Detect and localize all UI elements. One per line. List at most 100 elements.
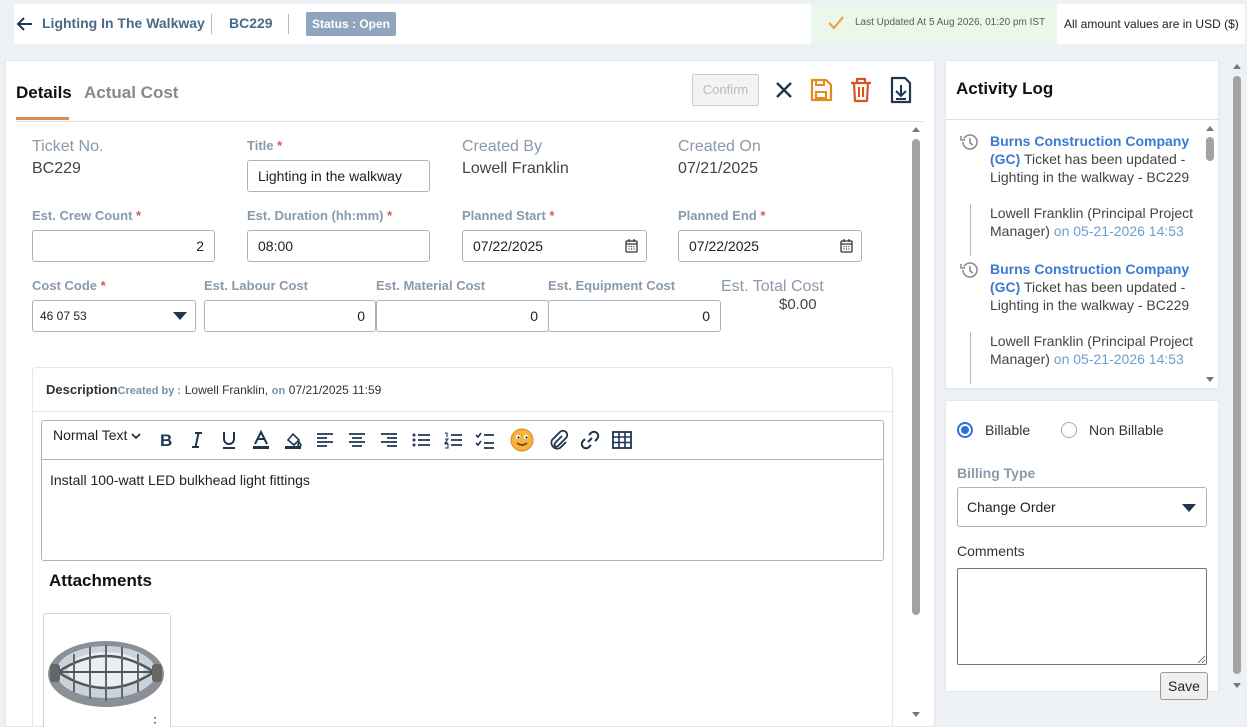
title-input[interactable]: Lighting in the walkway <box>247 160 430 192</box>
non-billable-label[interactable]: Non Billable <box>1089 422 1164 438</box>
scroll-down-icon[interactable] <box>1205 376 1215 384</box>
emoji-icon[interactable] <box>509 427 535 453</box>
scroll-up-icon[interactable] <box>1232 62 1242 70</box>
total-cost-label: Est. Total Cost <box>721 278 824 295</box>
calendar-icon[interactable] <box>840 239 853 253</box>
scroll-down-icon[interactable] <box>1232 682 1242 690</box>
currency-note: All amount values are in USD ($) <box>1064 17 1239 31</box>
attachment-icon[interactable] <box>547 429 569 451</box>
main-scrollbar[interactable] <box>911 125 921 725</box>
equipment-cost-input[interactable]: 0 <box>548 300 721 332</box>
editor-toolbar: Normal Text B <box>42 421 883 460</box>
attachment-thumbnail[interactable]: ⋮ <box>43 613 171 727</box>
non-billable-radio[interactable] <box>1061 422 1077 438</box>
history-icon <box>960 134 978 150</box>
align-center-icon[interactable] <box>346 429 368 451</box>
text-color-icon[interactable] <box>250 429 272 451</box>
italic-icon[interactable] <box>186 429 208 451</box>
confirm-button[interactable]: Confirm <box>692 74 759 106</box>
light-fixture-image <box>48 641 164 707</box>
description-author: Lowell Franklin, <box>184 383 269 397</box>
billable-radio[interactable] <box>957 422 973 438</box>
more-options-icon[interactable]: ⋮ <box>148 714 162 727</box>
active-tab-indicator <box>16 117 69 120</box>
scrollbar-thumb[interactable] <box>1206 137 1214 161</box>
activity-text: Burns Construction Company (GC) Ticket h… <box>990 261 1190 313</box>
activity-author: Lowell Franklin (Principal Project Manag… <box>990 333 1194 367</box>
history-icon <box>960 262 978 278</box>
comments-textarea[interactable] <box>957 568 1207 665</box>
billing-type-label: Billing Type <box>957 465 1036 481</box>
divider <box>211 14 212 34</box>
text-style-select[interactable]: Normal Text <box>53 427 141 443</box>
material-cost-label: Est. Material Cost <box>376 278 486 293</box>
billable-label[interactable]: Billable <box>985 422 1030 438</box>
billing-type-value: Change Order <box>967 499 1056 515</box>
page-title: Lighting In The Walkway <box>42 15 205 31</box>
duration-label: Est. Duration (hh:mm) * <box>247 208 393 223</box>
scroll-down-icon[interactable] <box>911 711 921 719</box>
rich-text-editor[interactable]: Normal Text B Install 100-watt LED bulkh… <box>41 420 884 561</box>
activity-scrollbar[interactable] <box>1205 124 1215 386</box>
material-cost-input[interactable]: 0 <box>376 300 549 332</box>
bold-icon[interactable]: B <box>154 429 176 451</box>
divider <box>33 411 892 412</box>
description-section: DescriptionCreated by : Lowell Franklin,… <box>32 367 893 727</box>
planned-end-label: Planned End * <box>678 208 766 223</box>
activity-log-title: Activity Log <box>956 79 1054 98</box>
back-arrow-icon[interactable] <box>14 13 36 35</box>
bullet-list-icon[interactable] <box>410 429 432 451</box>
download-icon[interactable] <box>887 75 915 105</box>
calendar-icon[interactable] <box>625 239 638 253</box>
ticket-no-label: Ticket No. <box>32 138 104 155</box>
save-icon[interactable] <box>807 75 835 105</box>
scroll-up-icon[interactable] <box>911 125 921 133</box>
billing-type-select[interactable]: Change Order <box>957 487 1207 527</box>
planned-start-label: Planned Start * <box>462 208 555 223</box>
activity-time: on 05-21-2026 14:53 <box>1049 351 1184 367</box>
table-icon[interactable] <box>611 429 633 451</box>
save-button[interactable]: Save <box>1160 672 1208 700</box>
billing-panel: Billable Non Billable Billing Type Chang… <box>945 400 1219 700</box>
scroll-up-icon[interactable] <box>1205 124 1215 132</box>
divider <box>288 14 289 34</box>
numbered-list-icon[interactable] <box>442 429 464 451</box>
planned-start-input[interactable]: 07/22/2025 <box>462 230 647 262</box>
scrollbar-thumb[interactable] <box>912 139 920 615</box>
scrollbar-thumb[interactable] <box>1233 76 1241 674</box>
timeline-line <box>970 204 971 256</box>
check-icon <box>828 16 844 30</box>
planned-end-input[interactable]: 07/22/2025 <box>678 230 862 262</box>
duration-input[interactable]: 08:00 <box>247 230 430 262</box>
tab-details[interactable]: Details <box>16 83 72 103</box>
last-updated-banner: Last Updated At 5 Aug 2026, 01:20 pm IST <box>811 4 1057 44</box>
close-icon[interactable] <box>770 75 798 105</box>
activity-entry: Burns Construction Company (GC) Ticket h… <box>956 132 1196 260</box>
checklist-icon[interactable] <box>474 429 496 451</box>
ticket-no-value: BC229 <box>32 160 81 177</box>
created-by-value: Lowell Franklin <box>462 160 569 177</box>
page-scrollbar[interactable] <box>1232 60 1242 692</box>
on-caption: on <box>271 385 286 397</box>
cost-code-label: Cost Code * <box>32 278 106 293</box>
planned-end-value: 07/22/2025 <box>689 238 760 254</box>
cost-code-select[interactable]: 46 07 53 <box>32 300 196 332</box>
activity-text: Burns Construction Company (GC) Ticket h… <box>990 133 1190 185</box>
tab-actual-cost[interactable]: Actual Cost <box>84 83 178 103</box>
underline-icon[interactable] <box>218 429 240 451</box>
crew-count-label: Est. Crew Count * <box>32 208 142 223</box>
highlight-icon[interactable] <box>282 429 304 451</box>
align-left-icon[interactable] <box>314 429 336 451</box>
divider <box>16 121 924 122</box>
comments-label: Comments <box>957 543 1025 559</box>
title-label: Title * <box>247 138 283 153</box>
description-header: DescriptionCreated by : Lowell Franklin,… <box>46 382 381 397</box>
description-text[interactable]: Install 100-watt LED bulkhead light fitt… <box>50 472 310 488</box>
link-icon[interactable] <box>579 429 601 451</box>
crew-count-input[interactable]: 2 <box>32 230 215 262</box>
cost-code-value: 46 07 53 <box>40 309 87 323</box>
delete-icon[interactable] <box>847 75 875 105</box>
align-right-icon[interactable] <box>378 429 400 451</box>
chevron-down-icon <box>173 312 187 320</box>
labour-cost-input[interactable]: 0 <box>204 300 376 332</box>
